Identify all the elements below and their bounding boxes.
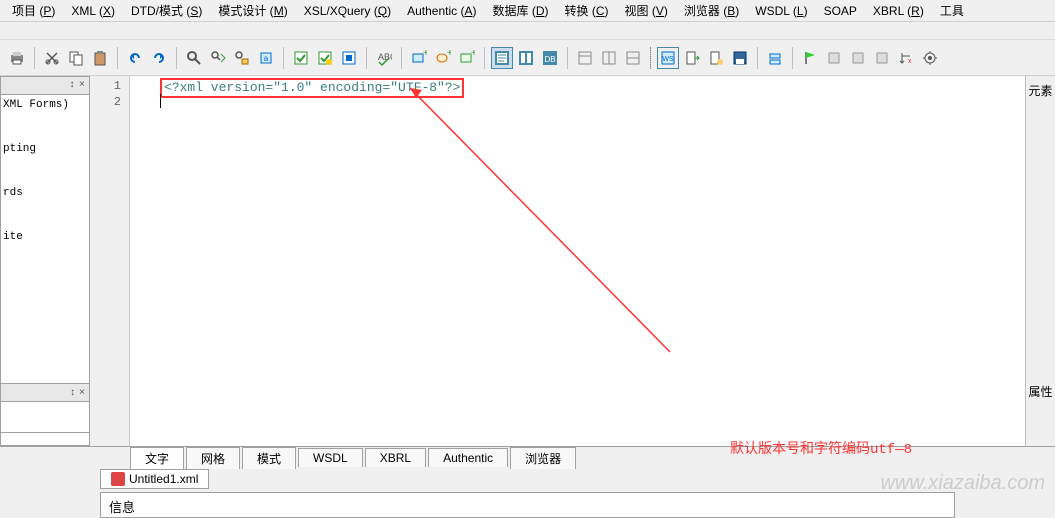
bar3-icon[interactable] xyxy=(871,47,893,69)
svg-text:+: + xyxy=(447,50,451,59)
view-schema-icon[interactable]: DB xyxy=(539,47,561,69)
tree-item[interactable]: XML Forms) xyxy=(3,99,87,111)
layout1-icon[interactable] xyxy=(574,47,596,69)
xml-declaration[interactable]: <?xml version="1.0" encoding="UTF-8"?> xyxy=(160,78,464,98)
menu-wsdl[interactable]: WSDL (L) xyxy=(747,2,815,20)
info-label: 信息 xyxy=(109,500,135,515)
file-tab-bar: Untitled1.xml xyxy=(0,468,1055,490)
cut-icon[interactable] xyxy=(41,47,63,69)
svg-text:+: + xyxy=(423,50,427,59)
tree-item[interactable]: pting xyxy=(3,143,87,155)
new-text-icon[interactable]: + xyxy=(456,47,478,69)
open-icon[interactable] xyxy=(705,47,727,69)
pin-icon[interactable]: ↕ xyxy=(70,387,75,398)
menu-browser[interactable]: 浏览器 (B) xyxy=(676,0,747,21)
code-line-1[interactable]: <?xml version="1.0" encoding="UTF-8"?> xyxy=(130,78,1025,94)
menu-xml[interactable]: XML (X) xyxy=(63,2,123,20)
view-text-icon[interactable] xyxy=(491,47,513,69)
file-tab-label: Untitled1.xml xyxy=(129,472,198,486)
bar2-icon[interactable] xyxy=(847,47,869,69)
xml-file-icon xyxy=(111,472,125,486)
tree-item[interactable]: ite xyxy=(3,231,87,243)
svg-text:ABC: ABC xyxy=(378,52,392,62)
right-panel-attributes[interactable]: 属性 xyxy=(1026,381,1055,402)
save-icon[interactable] xyxy=(729,47,751,69)
menu-dtd[interactable]: DTD/模式 (S) xyxy=(123,0,210,21)
flag-icon[interactable] xyxy=(799,47,821,69)
new-element-icon[interactable]: + xyxy=(408,47,430,69)
svg-text:x: x xyxy=(908,58,912,65)
menu-database[interactable]: 数据库 (D) xyxy=(484,0,556,21)
bookmark-icon[interactable]: a xyxy=(255,47,277,69)
validate-selection-icon[interactable] xyxy=(314,47,336,69)
annotation-text: 默认版本号和字符编码utf—8 xyxy=(730,438,912,458)
tree-item[interactable]: rds xyxy=(3,187,87,199)
tab-wsdl[interactable]: WSDL xyxy=(298,448,363,467)
transform-icon[interactable]: WS xyxy=(657,47,679,69)
toolbar: a ABC + + + DB WS x xyxy=(0,40,1055,76)
close-icon[interactable]: × xyxy=(79,387,85,398)
menu-view[interactable]: 视图 (V) xyxy=(617,0,676,21)
line-number: 2 xyxy=(90,94,121,110)
layout2-icon[interactable] xyxy=(598,47,620,69)
find-next-icon[interactable] xyxy=(207,47,229,69)
close-icon[interactable]: × xyxy=(79,80,85,91)
menu-bar: 项目 (P) XML (X) DTD/模式 (S) 模式设计 (M) XSL/X… xyxy=(0,0,1055,22)
validate-icon[interactable] xyxy=(290,47,312,69)
bar1-icon[interactable] xyxy=(823,47,845,69)
menu-tools[interactable]: 工具 xyxy=(932,0,972,21)
tab-schema[interactable]: 模式 xyxy=(242,447,296,469)
info-panel: 信息 xyxy=(100,492,955,518)
paste-icon[interactable] xyxy=(89,47,111,69)
line-gutter: 1 2 xyxy=(90,76,130,446)
lower-left-header: ↕ × xyxy=(1,384,89,402)
settings-icon[interactable] xyxy=(919,47,941,69)
menu-xsl[interactable]: XSL/XQuery (Q) xyxy=(296,2,399,20)
svg-text:+: + xyxy=(471,50,475,59)
redo-icon[interactable] xyxy=(148,47,170,69)
find-icon[interactable] xyxy=(183,47,205,69)
right-panel-elements[interactable]: 元素 xyxy=(1026,80,1055,101)
annotation-arrow xyxy=(130,76,1030,446)
right-rail: 元素 属性 xyxy=(1025,76,1055,446)
view-grid-icon[interactable] xyxy=(515,47,537,69)
pin-icon[interactable]: ↕ xyxy=(69,80,75,91)
menu-authentic[interactable]: Authentic (A) xyxy=(399,2,484,20)
caret xyxy=(160,94,161,108)
code-editor[interactable]: <?xml version="1.0" encoding="UTF-8"?> 默… xyxy=(130,76,1025,446)
tab-xbrl[interactable]: XBRL xyxy=(365,448,426,467)
undo-icon[interactable] xyxy=(124,47,146,69)
menu-xbrl[interactable]: XBRL (R) xyxy=(865,2,932,20)
svg-text:a: a xyxy=(264,54,269,63)
left-panel-header: ↕ × xyxy=(1,77,89,95)
tab-browser[interactable]: 浏览器 xyxy=(510,447,576,469)
menu-schema-design[interactable]: 模式设计 (M) xyxy=(210,0,295,21)
export-icon[interactable] xyxy=(681,47,703,69)
print-icon[interactable] xyxy=(6,47,28,69)
replace-icon[interactable] xyxy=(231,47,253,69)
menu-soap[interactable]: SOAP xyxy=(816,2,865,20)
line-number: 1 xyxy=(90,78,121,94)
main-area: ↕ × XML Forms) pting rds ite 1 2 <?xml v… xyxy=(0,76,1055,446)
menu-convert[interactable]: 转换 (C) xyxy=(557,0,617,21)
copy-icon[interactable] xyxy=(65,47,87,69)
file-tab[interactable]: Untitled1.xml xyxy=(100,469,209,489)
refresh-icon[interactable] xyxy=(764,47,786,69)
tab-grid[interactable]: 网格 xyxy=(186,447,240,469)
svg-text:DB: DB xyxy=(544,55,555,64)
validate-file-icon[interactable] xyxy=(338,47,360,69)
layout3-icon[interactable] xyxy=(622,47,644,69)
new-attr-icon[interactable]: + xyxy=(432,47,454,69)
svg-text:WS: WS xyxy=(662,56,674,63)
tab-authentic[interactable]: Authentic xyxy=(428,448,508,467)
menu-project[interactable]: 项目 (P) xyxy=(4,0,63,21)
spellcheck-icon[interactable]: ABC xyxy=(373,47,395,69)
sort-icon[interactable]: x xyxy=(895,47,917,69)
lower-left-panel: ↕ × xyxy=(0,383,90,433)
tab-text[interactable]: 文字 xyxy=(130,447,184,469)
